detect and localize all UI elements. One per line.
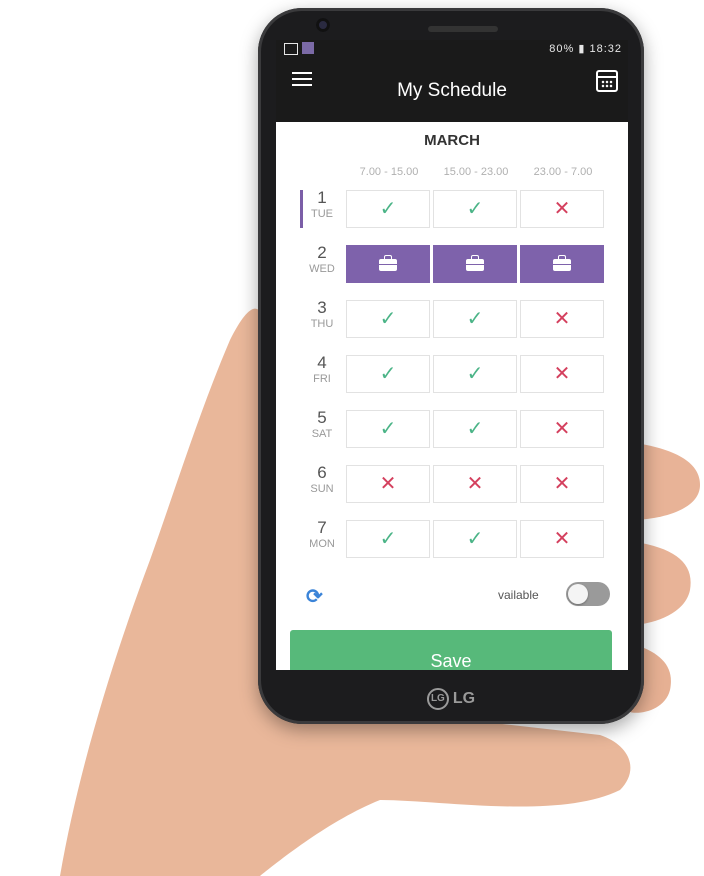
shift-cell-available[interactable]: ✓: [433, 190, 517, 228]
shift-cell-unavailable[interactable]: ✕: [433, 465, 517, 503]
cross-icon: ✕: [553, 528, 571, 550]
shift-cell-available[interactable]: ✓: [433, 520, 517, 558]
shift-cell-unavailable[interactable]: ✕: [520, 410, 604, 448]
shift-cell-unavailable[interactable]: ✕: [520, 190, 604, 228]
email-notification-icon: [302, 42, 314, 54]
day-label: 7 MON: [302, 518, 342, 550]
shift-cell-available[interactable]: ✓: [346, 520, 430, 558]
shift-cell-available[interactable]: ✓: [433, 410, 517, 448]
shift-cell-available[interactable]: ✓: [346, 410, 430, 448]
check-icon: ✓: [379, 308, 397, 330]
cross-icon: ✕: [553, 363, 571, 385]
day-row: 1 TUE ✓ ✓ ✕: [276, 188, 628, 232]
available-toggle[interactable]: [566, 582, 610, 606]
day-number: 4: [317, 353, 327, 372]
day-number: 3: [317, 298, 327, 317]
day-name: WED: [309, 263, 335, 275]
check-icon: ✓: [379, 363, 397, 385]
check-icon: ✓: [379, 528, 397, 550]
refresh-icon[interactable]: ⟳: [306, 584, 323, 609]
day-name: SAT: [311, 428, 333, 440]
toggle-knob: [568, 584, 588, 604]
shift-cell-available[interactable]: ✓: [433, 355, 517, 393]
cross-icon: ✕: [553, 198, 571, 220]
brand-logo: LG LG: [258, 688, 644, 710]
app-bar: My Schedule: [276, 58, 628, 122]
day-number: 2: [317, 243, 327, 262]
shift-cell-unavailable[interactable]: ✕: [346, 465, 430, 503]
day-row: 4 FRI ✓ ✓ ✕: [276, 353, 628, 397]
calendar-icon[interactable]: [596, 70, 618, 92]
shift-cell-available[interactable]: ✓: [433, 300, 517, 338]
shift-header-evening: 15.00 - 23.00: [443, 166, 509, 178]
day-row: 6 SUN ✕ ✕ ✕: [276, 463, 628, 507]
status-right: 80% ▮ 18:32: [549, 43, 622, 55]
shift-cell-available[interactable]: ✓: [346, 300, 430, 338]
day-label: 1 TUE: [302, 188, 342, 220]
shift-cell-unavailable[interactable]: ✕: [520, 465, 604, 503]
cross-icon: ✕: [466, 473, 484, 495]
cross-icon: ✕: [379, 473, 397, 495]
day-name: SUN: [310, 483, 334, 495]
check-icon: ✓: [466, 528, 484, 550]
check-icon: ✓: [466, 363, 484, 385]
briefcase-icon: [379, 254, 397, 271]
day-number: 6: [317, 463, 327, 482]
camera-icon: [316, 18, 330, 32]
day-row: 3 THU ✓ ✓ ✕: [276, 298, 628, 342]
day-row: 7 MON ✓ ✓ ✕: [276, 518, 628, 562]
briefcase-icon: [553, 254, 571, 271]
notification-icon: [284, 43, 298, 55]
day-label: 5 SAT: [302, 408, 342, 440]
day-number: 7: [317, 518, 327, 537]
phone-screen: 80% ▮ 18:32 My Schedule MARCH 7.00 - 15.…: [276, 40, 628, 670]
shift-cell-available[interactable]: ✓: [346, 355, 430, 393]
check-icon: ✓: [466, 308, 484, 330]
month-label: MARCH: [424, 132, 480, 149]
day-number: 1: [317, 188, 327, 207]
available-label: vailable: [498, 588, 539, 602]
shift-header-night: 23.00 - 7.00: [533, 166, 593, 178]
shift-cell-unavailable[interactable]: ✕: [520, 300, 604, 338]
day-name: TUE: [311, 208, 333, 220]
status-bar: 80% ▮ 18:32: [276, 40, 628, 58]
day-label: 6 SUN: [302, 463, 342, 495]
shift-cell-assigned[interactable]: [346, 245, 430, 283]
day-row: 2 WED: [276, 243, 628, 287]
shift-header-morning: 7.00 - 15.00: [359, 166, 419, 178]
cross-icon: ✕: [553, 418, 571, 440]
save-button[interactable]: Save: [290, 630, 612, 670]
shift-cell-assigned[interactable]: [520, 245, 604, 283]
day-number: 5: [317, 408, 327, 427]
day-name: THU: [310, 318, 334, 330]
page-title: My Schedule: [397, 80, 507, 101]
day-label: 3 THU: [302, 298, 342, 330]
cross-icon: ✕: [553, 308, 571, 330]
check-icon: ✓: [466, 198, 484, 220]
shift-cell-assigned[interactable]: [433, 245, 517, 283]
day-name: FRI: [313, 373, 331, 385]
speaker-grille: [428, 26, 498, 32]
briefcase-icon: [466, 254, 484, 271]
shift-cell-available[interactable]: ✓: [346, 190, 430, 228]
day-label: 4 FRI: [302, 353, 342, 385]
check-icon: ✓: [379, 198, 397, 220]
cross-icon: ✕: [553, 473, 571, 495]
day-label: 2 WED: [302, 243, 342, 275]
check-icon: ✓: [466, 418, 484, 440]
day-name: MON: [309, 538, 335, 550]
shift-cell-unavailable[interactable]: ✕: [520, 520, 604, 558]
day-row: 5 SAT ✓ ✓ ✕: [276, 408, 628, 452]
shift-cell-unavailable[interactable]: ✕: [520, 355, 604, 393]
check-icon: ✓: [379, 418, 397, 440]
